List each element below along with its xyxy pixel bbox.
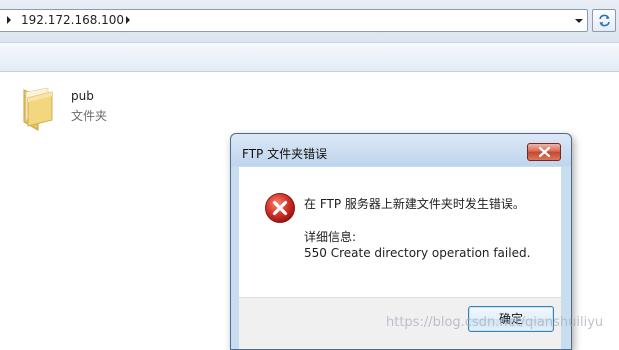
breadcrumb-arrow-icon[interactable]	[126, 16, 130, 24]
breadcrumb-arrow-icon[interactable]	[7, 16, 11, 24]
error-detail: 550 Create directory operation failed.	[304, 246, 531, 260]
close-button[interactable]	[527, 143, 561, 161]
close-icon	[539, 147, 550, 157]
address-strip: 192.172.168.100	[0, 0, 619, 42]
dialog-titlebar[interactable]: FTP 文件夹错误	[231, 134, 571, 166]
detail-label: 详细信息:	[304, 230, 357, 244]
list-item[interactable]: pub 文件夹	[18, 84, 158, 132]
address-path[interactable]: 192.172.168.100	[21, 13, 124, 27]
dialog-title: FTP 文件夹错误	[242, 147, 328, 161]
dialog-body: 在 FTP 服务器上新建文件夹时发生错误。 详细信息: 550 Create d…	[239, 167, 561, 297]
toolbar	[0, 42, 619, 72]
address-bar[interactable]: 192.172.168.100	[0, 9, 588, 32]
file-type: 文件夹	[71, 109, 108, 123]
chevron-down-icon[interactable]	[575, 19, 583, 23]
refresh-button[interactable]	[592, 9, 616, 32]
error-icon	[265, 193, 295, 223]
error-message: 在 FTP 服务器上新建文件夹时发生错误。	[304, 197, 525, 211]
folder-icon	[23, 87, 53, 131]
file-name: pub	[71, 89, 94, 103]
refresh-icon	[599, 14, 610, 27]
watermark: https://blog.csdn.net/qianshuiliyu	[386, 315, 604, 330]
